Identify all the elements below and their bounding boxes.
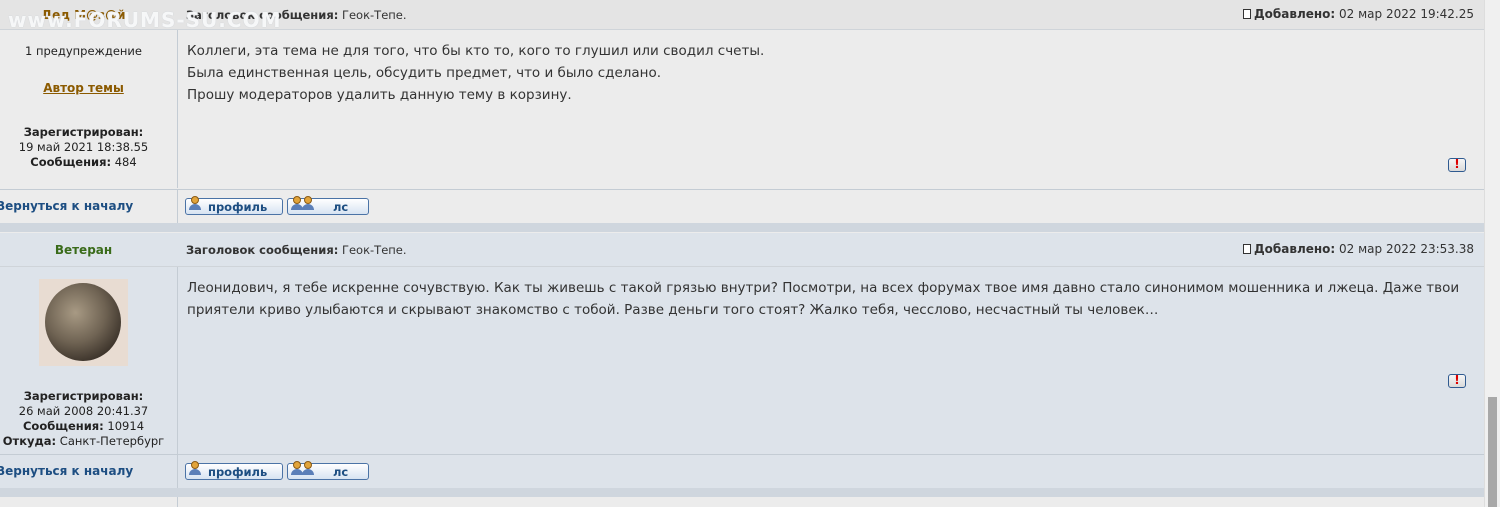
post2-author-name[interactable]: Ветеран (0, 243, 167, 257)
post2-registered: Зарегистрирован: 26 май 2008 20:41.37 Со… (0, 389, 167, 449)
post1-author-column: 1 предупреждение Автор темы Зарегистриро… (0, 30, 178, 188)
post1-messages-label: Сообщения: (30, 155, 112, 169)
post2-body: Леонидович, я тебе искренне сочувствую. … (187, 277, 1459, 321)
avatar[interactable] (39, 279, 128, 366)
post-icon (1242, 244, 1251, 254)
pm-icon-2 (302, 461, 314, 475)
post1-body: Коллеги, эта тема не для того, что бы кт… (187, 40, 764, 106)
medal-image (45, 283, 121, 361)
post2-subject: Заголовок сообщения: Геок-Тепе. (186, 243, 407, 257)
profile-icon (189, 461, 201, 475)
pm-button[interactable]: лс (287, 461, 369, 480)
post1-line: Прошу модераторов удалить данную тему в … (187, 87, 572, 103)
back-to-top-link[interactable]: Вернуться к началу (0, 199, 133, 213)
post1-warnings: 1 предупреждение (25, 44, 142, 58)
profile-button[interactable]: профиль (185, 461, 283, 480)
post2-added: Добавлено: 02 мар 2022 23:53.38 (1242, 242, 1474, 256)
post2-author-column: Зарегистрирован: 26 май 2008 20:41.37 Со… (0, 267, 178, 454)
page-scrollbar[interactable] (1484, 0, 1500, 507)
post1-added: Добавлено: 02 мар 2022 19:42.25 (1242, 7, 1474, 21)
post1-registered-date: 19 май 2021 18:38.55 (18, 140, 149, 154)
post2-registered-label: Зарегистрирован: (23, 389, 144, 403)
site-watermark: www.FORUMS-SU.COM (8, 8, 282, 32)
post1-topic-author[interactable]: Автор темы (0, 81, 167, 95)
post-icon (1242, 9, 1251, 19)
pm-icon-2 (302, 196, 314, 210)
post1-subject-text: Геок-Тепе. (341, 8, 407, 22)
post1-footer: Вернуться к началу профиль лс (0, 189, 1484, 224)
post2-messages-label: Сообщения: (22, 419, 104, 433)
report-icon[interactable] (1448, 373, 1466, 388)
post1-line: Была единственная цель, обсудить предмет… (187, 65, 662, 81)
post1-added-date: 02 мар 2022 19:42.25 (1339, 7, 1474, 21)
profile-button[interactable]: профиль (185, 196, 283, 215)
next-post-stub (0, 497, 1484, 507)
post2-registered-date: 26 май 2008 20:41.37 (18, 404, 149, 418)
post-separator (0, 223, 1484, 232)
post2-from: Санкт-Петербург (59, 434, 165, 448)
back-to-top-link[interactable]: Вернуться к началу (0, 464, 133, 478)
post2-line: приятели криво улыбаются и скрывают знак… (187, 302, 1159, 318)
topic-author-link[interactable]: Автор темы (43, 81, 124, 95)
post2-messages-count: 10914 (107, 419, 145, 433)
post2-footer: Вернуться к началу профиль лс (0, 454, 1484, 489)
scrollbar-thumb[interactable] (1488, 397, 1497, 507)
report-icon[interactable] (1448, 157, 1466, 172)
post2-from-label: Откуда: (2, 434, 57, 448)
profile-button-label: профиль (208, 200, 268, 214)
pm-button-label: лс (333, 465, 349, 479)
pm-button[interactable]: лс (287, 196, 369, 215)
post1-line: Коллеги, эта тема не для того, что бы кт… (187, 43, 765, 59)
post2-header: Ветеран Заголовок сообщения: Геок-Тепе. … (0, 233, 1484, 267)
pm-button-label: лс (333, 200, 349, 214)
post1-added-label: Добавлено: (1253, 7, 1336, 21)
profile-button-label: профиль (208, 465, 268, 479)
post1-messages-count: 484 (114, 155, 137, 169)
post2-subject-text: Геок-Тепе. (341, 243, 407, 257)
post-separator (0, 488, 1484, 497)
post2-added-date: 02 мар 2022 23:53.38 (1339, 242, 1474, 256)
post1-registered-label: Зарегистрирован: (23, 125, 144, 139)
profile-icon (189, 196, 201, 210)
post2-added-label: Добавлено: (1253, 242, 1336, 256)
post1-registered: Зарегистрирован: 19 май 2021 18:38.55 Со… (0, 125, 167, 170)
post2-line: Леонидович, я тебе искренне сочувствую. … (187, 280, 1460, 296)
post2-subject-label: Заголовок сообщения: (186, 243, 339, 257)
